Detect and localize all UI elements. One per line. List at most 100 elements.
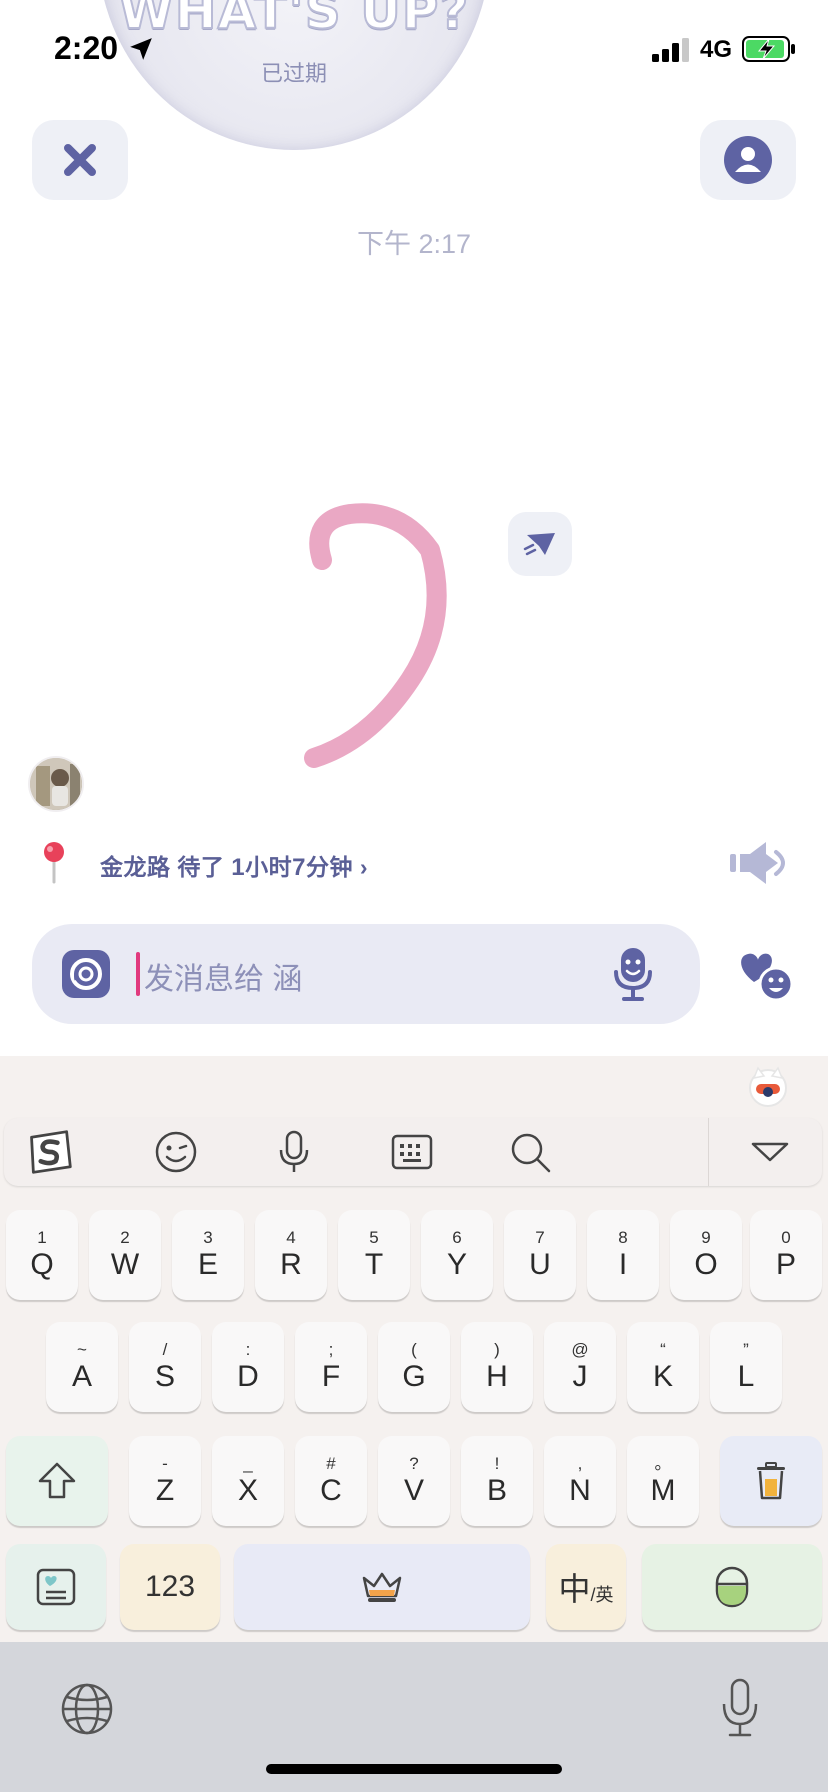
- speaker-icon[interactable]: [728, 840, 794, 886]
- reply-send-button[interactable]: [508, 512, 572, 576]
- key-symbol: 3: [203, 1228, 213, 1247]
- key-letter: H: [486, 1360, 508, 1393]
- key-b[interactable]: ! B: [461, 1436, 533, 1526]
- key-symbol: 9: [701, 1228, 711, 1247]
- space-key[interactable]: [234, 1544, 530, 1630]
- key-letter: W: [110, 1248, 140, 1281]
- keyboard-icon: [391, 1134, 433, 1170]
- message-input[interactable]: 发消息给 涵: [144, 954, 302, 998]
- close-icon: [64, 144, 96, 176]
- key-a[interactable]: ~ A: [46, 1322, 118, 1412]
- numeric-key-label: 123: [144, 1570, 196, 1603]
- key-t[interactable]: 5T: [338, 1210, 410, 1300]
- key-letter: N: [569, 1474, 591, 1507]
- microphone-icon: [279, 1130, 309, 1172]
- cursor-mode-key[interactable]: [642, 1544, 822, 1630]
- numeric-switch-key[interactable]: 123: [120, 1544, 220, 1630]
- key-s[interactable]: / S: [129, 1322, 201, 1412]
- key-symbol: 1: [37, 1228, 47, 1247]
- shift-key[interactable]: [6, 1436, 108, 1526]
- key-symbol: 0: [781, 1228, 791, 1247]
- key-u[interactable]: 7U: [504, 1210, 576, 1300]
- key-z[interactable]: -Z: [129, 1436, 201, 1526]
- profile-icon: [724, 136, 772, 184]
- key-n[interactable]: ,N: [544, 1436, 616, 1526]
- keyboard-toolbar: [4, 1118, 822, 1186]
- hours-unit: 小时: [245, 854, 293, 880]
- key-letter: Z: [155, 1474, 175, 1507]
- message-timestamp: 下午 2:17: [356, 229, 472, 259]
- key-p[interactable]: 0P: [750, 1210, 822, 1300]
- key-x[interactable]: _ X: [212, 1436, 284, 1526]
- key-letter: V: [403, 1474, 424, 1507]
- key-letter: G: [402, 1360, 426, 1393]
- close-button[interactable]: [32, 120, 128, 200]
- key-symbol: 7: [535, 1228, 545, 1247]
- message-input-bar[interactable]: 发消息给 涵: [32, 924, 700, 1024]
- map-pin-icon: [44, 842, 64, 884]
- delete-key[interactable]: [720, 1436, 822, 1526]
- key-o[interactable]: 9O: [670, 1210, 742, 1300]
- chevron-down-icon: [751, 1142, 789, 1162]
- voice-input-tool-button[interactable]: [270, 1128, 318, 1176]
- key-g[interactable]: (G: [378, 1322, 450, 1412]
- key-symbol: ”: [743, 1340, 749, 1359]
- lang-key-sub: /英: [590, 1585, 614, 1605]
- key-e[interactable]: 3E: [172, 1210, 244, 1300]
- key-symbol: ,: [577, 1454, 583, 1473]
- hide-keyboard-button[interactable]: [746, 1128, 794, 1176]
- smiley-icon: [155, 1131, 197, 1173]
- key-symbol: 。: [654, 1454, 672, 1473]
- doodle-drawing[interactable]: [290, 500, 460, 780]
- sogou-logo-button[interactable]: [26, 1128, 74, 1176]
- key-l[interactable]: ” L: [710, 1322, 782, 1412]
- key-h[interactable]: ) H: [461, 1322, 533, 1412]
- key-symbol: (: [411, 1340, 417, 1359]
- key-f[interactable]: ; F: [295, 1322, 367, 1412]
- key-symbol: ~: [77, 1340, 87, 1359]
- emoji-tool-button[interactable]: [152, 1128, 200, 1176]
- key-r[interactable]: 4R: [255, 1210, 327, 1300]
- key-y[interactable]: 6Y: [421, 1210, 493, 1300]
- key-letter: I: [618, 1248, 628, 1281]
- system-keyboard-bar: [0, 1642, 828, 1792]
- key-d[interactable]: :D: [212, 1322, 284, 1412]
- key-j[interactable]: @ J: [544, 1322, 616, 1412]
- clipboard-heart-icon: [36, 1568, 76, 1606]
- key-letter: J: [572, 1360, 588, 1393]
- location-stay-row[interactable]: 金龙路 待了 1小时7分钟 ›: [38, 840, 798, 886]
- key-symbol: @: [571, 1340, 589, 1359]
- search-tool-button[interactable]: [506, 1128, 554, 1176]
- key-symbol: 5: [369, 1228, 379, 1247]
- key-c[interactable]: # C: [295, 1436, 367, 1526]
- language-switch-key[interactable]: 中/英: [546, 1544, 626, 1630]
- key-v[interactable]: ? V: [378, 1436, 450, 1526]
- clipboard-key[interactable]: [6, 1544, 106, 1630]
- key-w[interactable]: 2W: [89, 1210, 161, 1300]
- dictation-mic-icon[interactable]: [720, 1678, 760, 1738]
- keyboard-mascot-icon[interactable]: [746, 1064, 790, 1108]
- key-letter: M: [650, 1474, 676, 1507]
- globe-icon[interactable]: [60, 1682, 114, 1736]
- toolbar-divider: [708, 1118, 709, 1186]
- shift-arrow-icon: [38, 1462, 76, 1499]
- keyboard-tool-button[interactable]: [388, 1128, 436, 1176]
- location-stay-text: 金龙路 待了 1小时7分钟 ›: [100, 848, 368, 882]
- key-i[interactable]: 8I: [587, 1210, 659, 1300]
- home-indicator[interactable]: [266, 1764, 562, 1774]
- sender-avatar[interactable]: [30, 758, 82, 810]
- minutes-unit: 分钟 ›: [306, 854, 369, 880]
- heart-emoji-button[interactable]: [736, 946, 796, 1002]
- key-q[interactable]: 1Q: [6, 1210, 78, 1300]
- key-letter: R: [280, 1248, 302, 1281]
- key-k[interactable]: “K: [627, 1322, 699, 1412]
- key-letter: P: [775, 1248, 796, 1281]
- profile-button[interactable]: [700, 120, 796, 200]
- key-letter: Y: [446, 1248, 467, 1281]
- voice-message-icon[interactable]: [612, 946, 654, 1002]
- key-letter: D: [237, 1360, 259, 1393]
- key-letter: Q: [30, 1248, 54, 1281]
- camera-button[interactable]: [62, 950, 110, 998]
- key-letter: O: [694, 1248, 718, 1281]
- key-m[interactable]: 。 M: [627, 1436, 699, 1526]
